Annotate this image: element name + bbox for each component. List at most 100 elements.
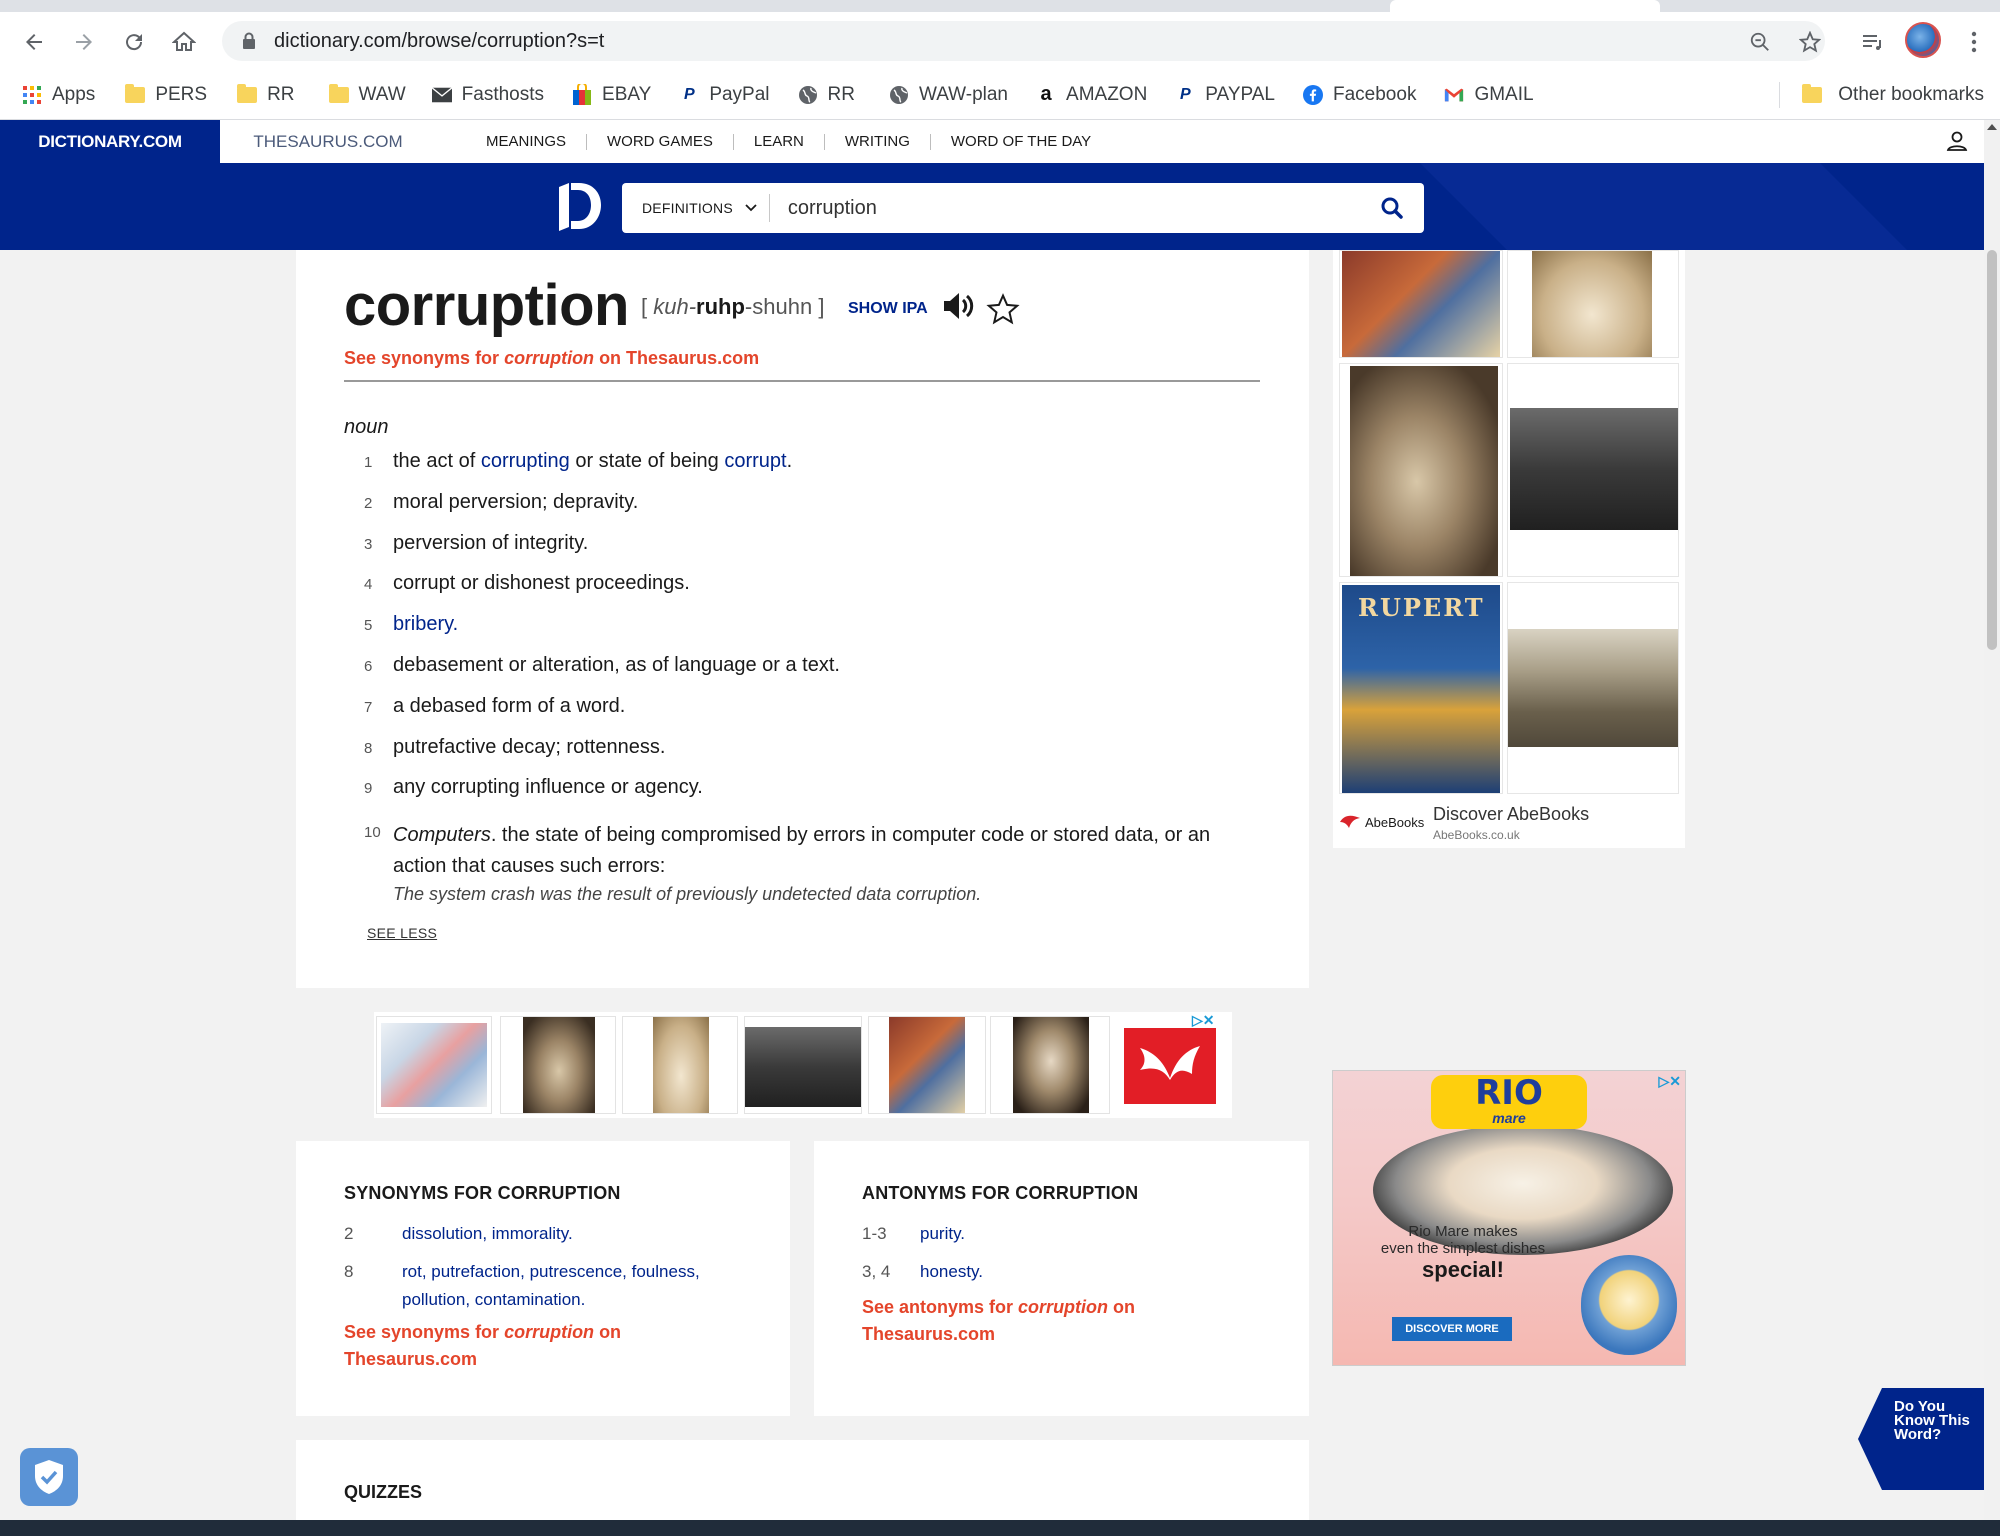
profile-avatar[interactable] <box>1905 22 1941 58</box>
definitions-dropdown[interactable]: DEFINITIONS <box>642 200 757 216</box>
ad-brand-logo[interactable] <box>1124 1028 1216 1104</box>
home-icon <box>172 31 196 51</box>
synonym-words[interactable]: rot, putrefaction, putrescence, foulness… <box>402 1258 742 1314</box>
search-input[interactable] <box>787 196 1388 220</box>
home-button[interactable] <box>168 26 200 58</box>
bookmark-ebay[interactable]: EBAY <box>572 83 651 106</box>
bookmark-paypal[interactable]: P PayPal <box>679 84 770 106</box>
link-bribery[interactable]: bribery <box>393 613 453 635</box>
back-button[interactable] <box>18 26 50 58</box>
definition-item: 7 a debased form of a word. <box>364 695 1264 736</box>
bookmark-apps[interactable]: Apps <box>22 84 95 106</box>
ad-strip-thumbnail[interactable] <box>500 1016 616 1114</box>
do-you-know-this-word-widget[interactable]: Do You Know This Word? ✕ <box>1858 1388 1984 1490</box>
bookmark-paypal-2[interactable]: P PAYPAL <box>1175 84 1275 106</box>
ad-thumbnail[interactable] <box>1339 363 1503 577</box>
star-outline-icon <box>1799 31 1821 53</box>
nav-learn[interactable]: LEARN <box>734 133 825 150</box>
ad-choices-icon[interactable]: ▷✕ <box>1659 1073 1682 1090</box>
bookmark-amazon[interactable]: a AMAZON <box>1036 83 1147 106</box>
ad-strip-thumbnail[interactable] <box>990 1016 1110 1114</box>
scrollbar-thumb[interactable] <box>1987 250 1997 650</box>
dictionary-logo-icon[interactable] <box>557 181 603 233</box>
header-stripe <box>1420 163 1907 250</box>
definition-text: corrupt or dishonest proceedings. <box>393 572 690 595</box>
antonym-words[interactable]: purity. <box>920 1220 1260 1248</box>
thesaurus-tab[interactable]: THESAURUS.COM <box>220 120 436 163</box>
link-corrupt[interactable]: corrupt <box>724 450 786 472</box>
active-tab[interactable] <box>1390 0 1660 12</box>
image-ad-panel[interactable]: RUPERT AbeBooks Discover AbeBooks AbeBoo… <box>1333 250 1685 848</box>
nav-word-games[interactable]: WORD GAMES <box>587 133 734 150</box>
address-bar[interactable]: dictionary.com/browse/corruption?s=t <box>222 21 1825 61</box>
tab-strip <box>0 0 2000 12</box>
browser-menu-button[interactable] <box>1958 26 1990 58</box>
scroll-up-arrow-icon[interactable] <box>1987 124 1997 130</box>
site-top-nav: DICTIONARY.COM THESAURUS.COM MEANINGS WO… <box>0 120 1984 163</box>
nav-word-of-the-day[interactable]: WORD OF THE DAY <box>931 133 1111 150</box>
definition-item: 1 the act of corrupting or state of bein… <box>364 450 1264 491</box>
bookmark-pers[interactable]: PERS <box>125 83 207 106</box>
see-less-button[interactable]: SEE LESS <box>367 925 437 941</box>
kebab-menu-icon <box>1971 31 1977 53</box>
ad-strip-thumbnail[interactable] <box>376 1016 492 1114</box>
ad-choices-icon[interactable]: ▷✕ <box>1192 1012 1215 1029</box>
definition-number: 8 <box>364 739 373 757</box>
reload-button[interactable] <box>118 26 150 58</box>
forward-button[interactable] <box>68 26 100 58</box>
folder-icon <box>237 83 258 105</box>
bookmark-facebook[interactable]: Facebook <box>1303 84 1416 106</box>
bookmark-fasthosts[interactable]: Fasthosts <box>431 84 544 106</box>
abebooks-ad-footer[interactable]: AbeBooks Discover AbeBooks AbeBooks.co.u… <box>1333 798 1685 848</box>
quizzes-section: QUIZZES <box>296 1440 1309 1520</box>
abebooks-title[interactable]: Discover AbeBooks <box>1433 804 1589 825</box>
zoom-out-icon <box>1750 32 1769 51</box>
bookmark-rr-folder[interactable]: RR <box>237 83 295 106</box>
playlist-icon <box>1863 35 1881 50</box>
speaker-icon[interactable] <box>942 291 974 326</box>
link-corrupting[interactable]: corrupting <box>481 450 570 472</box>
ad-image-strip[interactable]: ▷✕ <box>374 1012 1232 1118</box>
other-bookmarks[interactable]: Other bookmarks <box>1779 82 1984 108</box>
rio-mare-ad[interactable]: RIO mare Rio Mare makes even the simples… <box>1332 1070 1686 1366</box>
privacy-shield-button[interactable] <box>20 1448 78 1506</box>
ad-thumbnail[interactable] <box>1339 250 1503 358</box>
ad-thumbnail[interactable]: RUPERT <box>1339 582 1503 794</box>
favorite-star-icon[interactable] <box>986 292 1020 331</box>
definition-text: a debased form of a word. <box>393 694 626 717</box>
ad-thumbnail[interactable] <box>1507 363 1679 577</box>
bookmark-waw[interactable]: WAW <box>328 83 406 106</box>
see-synonyms-thesaurus-link[interactable]: See synonyms for corruption on Thesaurus… <box>344 1319 684 1373</box>
ad-strip-thumbnail[interactable] <box>744 1016 862 1114</box>
definition-text: bribery. <box>393 613 459 636</box>
bookmark-rr-site[interactable]: RR <box>798 84 855 106</box>
nav-meanings[interactable]: MEANINGS <box>466 133 588 150</box>
discover-more-button[interactable]: DISCOVER MORE <box>1392 1317 1512 1341</box>
see-antonyms-thesaurus-link[interactable]: See antonyms for corruption on Thesaurus… <box>862 1294 1202 1348</box>
bird-logo-icon <box>1140 1046 1200 1080</box>
ad-headline: special! <box>1422 1257 1504 1282</box>
search-icon[interactable] <box>1380 196 1404 225</box>
ad-strip-thumbnail[interactable] <box>622 1016 738 1114</box>
show-ipa-button[interactable]: SHOW IPA <box>848 300 928 318</box>
antonym-words[interactable]: honesty. <box>920 1258 1260 1286</box>
antonyms-box: ANTONYMS FOR CORRUPTION 1-3 purity. 3, 4… <box>814 1141 1309 1416</box>
bookmark-gmail[interactable]: GMAIL <box>1444 84 1534 106</box>
close-icon[interactable]: ✕ <box>1968 1390 1980 1407</box>
ad-strip-thumbnail[interactable] <box>868 1016 986 1114</box>
zoom-button[interactable] <box>1744 26 1776 58</box>
bookmark-star-button[interactable] <box>1794 26 1826 58</box>
user-account-icon[interactable] <box>1946 130 1968 157</box>
definition-item: 9 any corrupting influence or agency. <box>364 776 1264 817</box>
pronunciation: [ kuh-ruhp-shuhn ] <box>641 294 825 319</box>
page-scrollbar[interactable] <box>1984 120 2000 1520</box>
bookmark-waw-plan[interactable]: WAW-plan <box>889 84 1008 106</box>
see-synonyms-link[interactable]: See synonyms for corruption on Thesaurus… <box>344 348 759 369</box>
nav-writing[interactable]: WRITING <box>825 133 931 150</box>
synonym-words[interactable]: dissolution, immorality. <box>402 1220 742 1248</box>
dictionary-tab[interactable]: DICTIONARY.COM <box>0 120 220 163</box>
ad-thumbnail[interactable] <box>1507 582 1679 794</box>
shield-check-icon <box>35 1460 63 1494</box>
ad-thumbnail[interactable] <box>1507 250 1679 358</box>
media-queue-button[interactable] <box>1856 26 1888 58</box>
